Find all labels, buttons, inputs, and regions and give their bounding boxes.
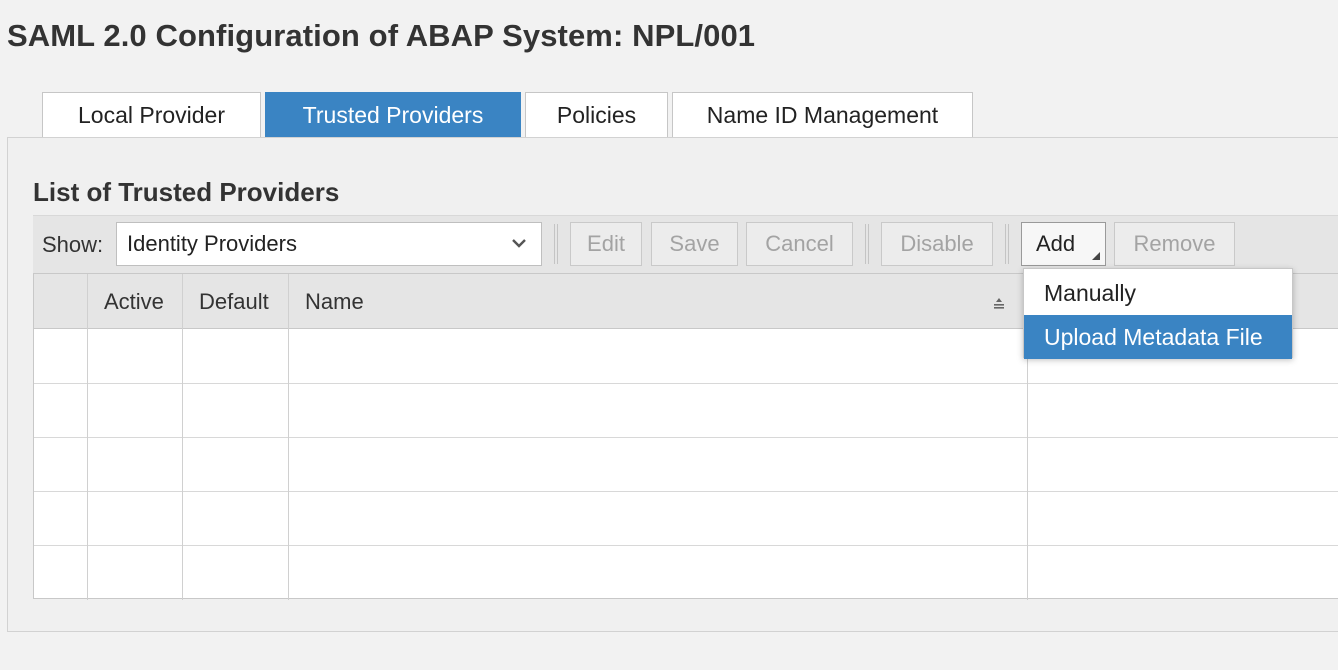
dropdown-corner-icon <box>1092 252 1100 260</box>
cancel-button[interactable]: Cancel <box>746 222 853 266</box>
column-header-active[interactable]: Active <box>104 274 182 329</box>
tab-policies[interactable]: Policies <box>525 92 668 138</box>
disable-button[interactable]: Disable <box>881 222 993 266</box>
table-row[interactable] <box>34 438 1338 492</box>
add-button-label: Add <box>1036 231 1076 256</box>
edit-button[interactable]: Edit <box>570 222 642 266</box>
column-header-default[interactable]: Default <box>199 274 289 329</box>
menu-item-manually[interactable]: Manually <box>1024 271 1292 315</box>
tab-local-provider[interactable]: Local Provider <box>42 92 261 138</box>
sort-icon[interactable] <box>992 296 1006 310</box>
section-title: List of Trusted Providers <box>33 177 340 207</box>
show-select-value: Identity Providers <box>127 231 297 256</box>
add-button[interactable]: Add <box>1021 222 1106 266</box>
column-divider <box>288 274 289 600</box>
toolbar-separator <box>865 224 869 264</box>
add-dropdown-menu: Manually Upload Metadata File <box>1023 268 1293 359</box>
remove-button[interactable]: Remove <box>1114 222 1235 266</box>
table-row[interactable] <box>34 546 1338 600</box>
show-label: Show: <box>42 232 104 257</box>
tab-name-id-management[interactable]: Name ID Management <box>672 92 973 138</box>
toolbar-separator <box>554 224 558 264</box>
column-header-name[interactable]: Name <box>305 274 605 329</box>
save-button[interactable]: Save <box>651 222 738 266</box>
chevron-down-icon <box>512 239 526 248</box>
show-select[interactable]: Identity Providers <box>116 222 542 266</box>
toolbar-separator <box>1005 224 1009 264</box>
column-divider <box>182 274 183 600</box>
table-row[interactable] <box>34 384 1338 438</box>
page-title: SAML 2.0 Configuration of ABAP System: N… <box>7 18 756 53</box>
column-header-selector[interactable] <box>34 274 87 329</box>
table-row[interactable] <box>34 492 1338 546</box>
menu-item-upload-metadata-file[interactable]: Upload Metadata File <box>1024 315 1292 359</box>
tab-trusted-providers[interactable]: Trusted Providers <box>265 92 521 138</box>
column-divider <box>87 274 88 600</box>
